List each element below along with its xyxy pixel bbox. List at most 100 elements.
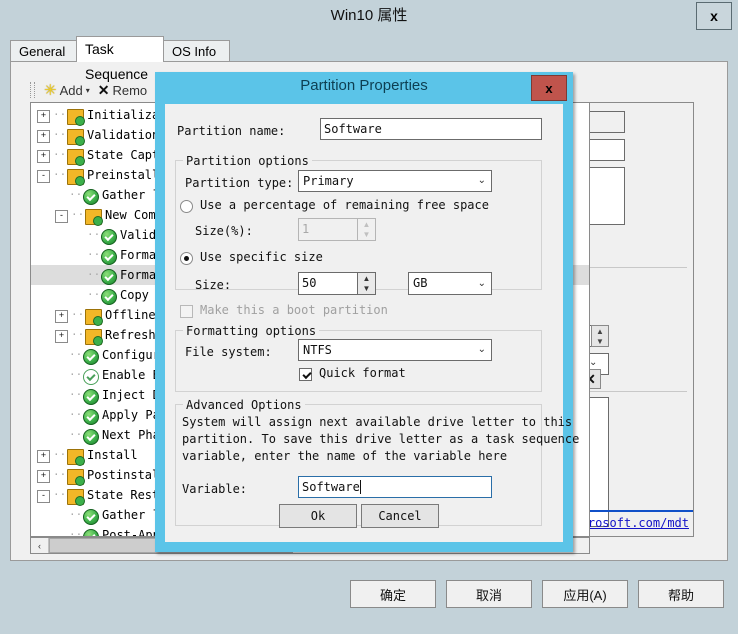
size-spinner-up[interactable]: ▲: [358, 273, 375, 284]
tree-connector: ··: [71, 308, 85, 321]
check-green-icon: [101, 269, 117, 285]
footer-button-4[interactable]: 帮助: [638, 580, 724, 608]
check-green-icon: [83, 189, 99, 205]
chevron-down-icon[interactable]: ⌄: [478, 273, 486, 294]
folder-step-icon: [67, 449, 85, 466]
folder-step-icon: [67, 469, 85, 486]
collapse-icon[interactable]: -: [55, 209, 68, 223]
tree-connector: ··: [69, 408, 83, 421]
variable-label: Variable:: [182, 482, 248, 496]
scroll-left-button[interactable]: ‹: [31, 538, 49, 553]
variable-value: Software: [302, 480, 360, 494]
size-spinner[interactable]: ▲ ▼: [357, 272, 376, 295]
chevron-down-icon[interactable]: ⌄: [589, 357, 597, 368]
tree-connector: ··: [53, 168, 67, 181]
tree-connector: ··: [69, 188, 83, 201]
window-close-button[interactable]: x: [696, 2, 732, 30]
tree-connector: ··: [69, 388, 83, 401]
tree-connector: ··: [87, 228, 101, 241]
partition-name-label: Partition name:: [177, 124, 286, 138]
partition-type-value: Primary: [303, 174, 354, 188]
percent-size-radio[interactable]: [180, 200, 193, 213]
file-system-select[interactable]: NTFS ⌄: [298, 339, 492, 361]
dialog-title-bar: Partition Properties x: [155, 72, 573, 102]
tab-general[interactable]: General: [10, 40, 77, 62]
window-title-bar: Win10 属性 x: [0, 0, 738, 30]
check-green-icon: [101, 289, 117, 305]
quick-format-checkbox[interactable]: [299, 368, 312, 381]
size-spinner-down[interactable]: ▼: [358, 284, 375, 295]
tree-connector: ··: [69, 368, 83, 381]
percent-size-spinner[interactable]: ▲ ▼: [357, 218, 376, 241]
percent-spinner-up[interactable]: ▲: [358, 219, 375, 230]
expand-icon[interactable]: +: [55, 309, 68, 323]
tree-connector: ··: [69, 508, 83, 521]
check-green-icon: [101, 229, 117, 245]
tree-item-label: Install: [87, 448, 138, 462]
tree-connector: ··: [87, 248, 101, 261]
collapse-icon[interactable]: -: [37, 169, 50, 183]
expand-icon[interactable]: +: [37, 469, 50, 483]
expand-icon[interactable]: +: [37, 129, 50, 143]
partition-name-input[interactable]: Software: [320, 118, 542, 140]
advanced-description: System will assign next available drive …: [182, 415, 580, 463]
specific-size-radio[interactable]: [180, 252, 193, 265]
percent-size-label: Size(%):: [195, 224, 253, 238]
chevron-down-icon[interactable]: ⌄: [478, 171, 486, 191]
size-input[interactable]: 50: [298, 272, 358, 295]
check-green-icon: [101, 249, 117, 265]
percent-spinner-down[interactable]: ▼: [358, 230, 375, 241]
window-title: Win10 属性: [330, 7, 408, 24]
tab-os-info[interactable]: OS Info: [163, 40, 230, 62]
check-green-icon: [83, 429, 99, 445]
cancel-button[interactable]: Cancel: [361, 504, 439, 528]
partition-type-select[interactable]: Primary ⌄: [298, 170, 492, 192]
expand-icon[interactable]: +: [37, 449, 50, 463]
partition-options-legend: Partition options: [183, 154, 312, 168]
tree-connector: ··: [53, 488, 67, 501]
text-caret: [359, 480, 361, 494]
dialog-body: Partition name: Software Partition optio…: [165, 104, 579, 542]
tab-task-sequence[interactable]: Task Sequence: [76, 36, 164, 82]
dialog-close-button[interactable]: x: [531, 75, 567, 101]
collapse-icon[interactable]: -: [37, 489, 50, 503]
folder-step-icon: [67, 489, 85, 506]
boot-partition-checkbox[interactable]: [180, 305, 193, 318]
advanced-options-legend: Advanced Options: [183, 398, 305, 412]
partition-type-label: Partition type:: [185, 176, 294, 190]
tree-connector: ··: [69, 348, 83, 361]
check-green-icon: [83, 409, 99, 425]
expand-icon[interactable]: +: [37, 109, 50, 123]
expand-icon[interactable]: +: [55, 329, 68, 343]
tree-connector: ··: [71, 208, 85, 221]
percent-size-input[interactable]: 1: [298, 218, 358, 241]
tree-connector: ··: [87, 288, 101, 301]
expand-icon[interactable]: +: [37, 149, 50, 163]
folder-step-icon: [85, 329, 103, 346]
footer-button-3[interactable]: 应用(A): [542, 580, 628, 608]
tree-connector: ··: [53, 128, 67, 141]
file-system-value: NTFS: [303, 343, 332, 357]
rp-spinner-down[interactable]: ▼: [592, 336, 608, 346]
rp-spinner[interactable]: ▲ ▼: [591, 325, 609, 347]
ok-button[interactable]: Ok: [279, 504, 357, 528]
specific-size-radio-label: Use specific size: [200, 250, 323, 264]
tree-connector: ··: [53, 148, 67, 161]
footer-button-1[interactable]: 确定: [350, 580, 436, 608]
size-label: Size:: [195, 278, 232, 292]
tree-connector: ··: [53, 108, 67, 121]
size-unit-select[interactable]: GB ⌄: [408, 272, 492, 295]
tree-connector: ··: [53, 468, 67, 481]
tree-connector: ··: [53, 448, 67, 461]
footer-button-2[interactable]: 取消: [446, 580, 532, 608]
folder-step-icon: [67, 169, 85, 186]
check-green-icon: [83, 389, 99, 405]
rp-spinner-up[interactable]: ▲: [592, 326, 608, 336]
chevron-down-icon[interactable]: ⌄: [478, 340, 486, 360]
folder-step-icon: [67, 129, 85, 146]
variable-input[interactable]: Software: [298, 476, 492, 498]
tree-connector: ··: [87, 268, 101, 281]
percent-size-radio-label: Use a percentage of remaining free space: [200, 198, 489, 212]
tree-connector: ··: [69, 528, 83, 537]
footer-button-bar: 确定 取消 应用(A) 帮助: [0, 580, 738, 610]
